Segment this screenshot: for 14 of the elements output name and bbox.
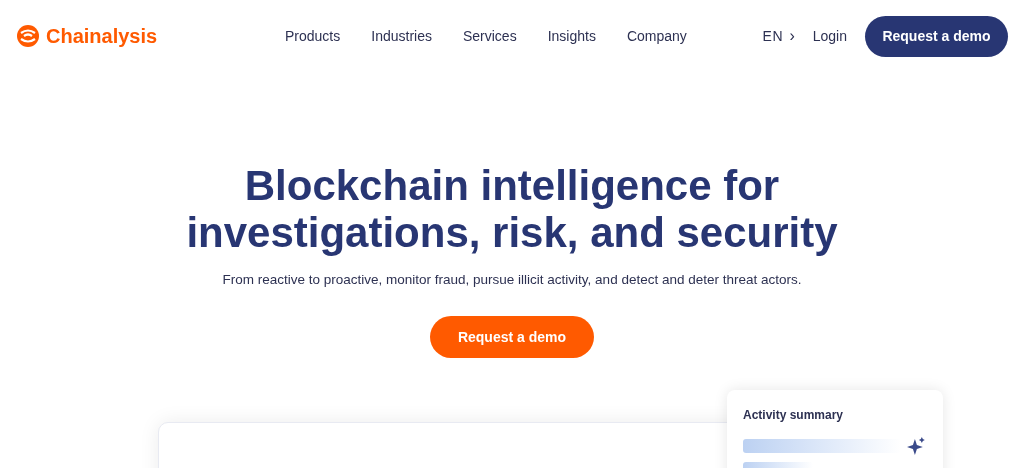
nav-link[interactable]: Company (626, 25, 687, 47)
hero-title: Blockchain intelligence for investigations, risk, and security (186, 162, 838, 256)
login-link[interactable]: Login (812, 25, 847, 47)
nav-link[interactable]: Insights (547, 25, 596, 47)
nav-link[interactable]: Products (285, 25, 341, 47)
language-selector[interactable]: EN (762, 25, 784, 47)
chevron-icon[interactable]: › (789, 24, 795, 48)
card-title: Activity summary (743, 407, 845, 424)
hero-subtitle: From reactive to proactive, monitor fraud, pursue illicit activity, and detect and deter threat actors. (222, 271, 802, 289)
logo-icon (16, 24, 40, 48)
nav-link[interactable]: Industries (371, 25, 432, 47)
sparkle-icon (907, 436, 927, 456)
request-demo-button[interactable]: Request a demo (865, 15, 1008, 57)
nav-link[interactable]: Services (462, 25, 517, 47)
